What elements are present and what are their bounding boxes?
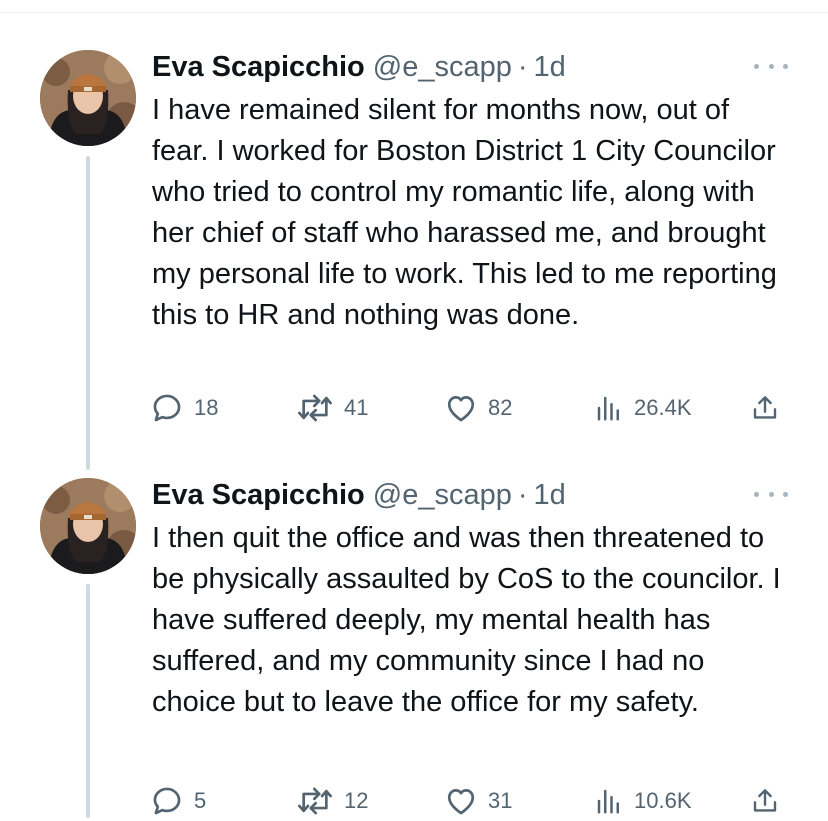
retweet-icon (298, 787, 332, 815)
separator-dot: · (517, 478, 528, 511)
retweet-icon (298, 394, 332, 422)
avatar-image (40, 478, 136, 574)
more-icon[interactable] (754, 484, 788, 504)
reply-count: 5 (194, 788, 207, 813)
thread-line (86, 584, 90, 818)
retweet-count: 12 (344, 788, 369, 813)
views-icon (597, 789, 619, 814)
views-button[interactable]: 10.6K (594, 781, 692, 821)
tweet-actions: 18 41 82 26.4K (150, 388, 790, 428)
heart-icon (447, 789, 475, 815)
views-count: 10.6K (634, 788, 692, 813)
reply-icon (153, 394, 181, 422)
tweet-header: Eva Scapicchio @e_scapp · 1d (152, 50, 566, 84)
timestamp[interactable]: 1d (534, 51, 566, 84)
views-icon (597, 396, 619, 421)
views-count: 26.4K (634, 395, 692, 420)
tweet[interactable]: Eva Scapicchio @e_scapp · 1d I then quit… (0, 468, 828, 818)
reply-button[interactable]: 5 (150, 781, 206, 821)
tweet[interactable]: Eva Scapicchio @e_scapp · 1d I have rema… (0, 40, 828, 470)
reply-count: 18 (194, 395, 219, 420)
author-name[interactable]: Eva Scapicchio (152, 51, 365, 84)
reply-button[interactable]: 18 (150, 388, 218, 428)
author-name[interactable]: Eva Scapicchio (152, 479, 365, 512)
avatar[interactable] (40, 478, 136, 574)
separator-dot: · (517, 50, 528, 83)
retweet-count: 41 (344, 395, 369, 420)
top-divider (0, 12, 828, 13)
more-icon[interactable] (754, 56, 788, 76)
share-button[interactable] (750, 388, 780, 428)
share-button[interactable] (750, 781, 780, 821)
author-handle[interactable]: @e_scapp (373, 479, 512, 512)
share-icon (753, 396, 777, 419)
like-count: 82 (488, 395, 513, 420)
tweet-text: I have remained silent for months now, o… (152, 94, 777, 331)
thread-line (86, 156, 90, 470)
retweet-button[interactable]: 12 (296, 781, 368, 821)
reply-icon (153, 787, 181, 815)
share-icon (753, 789, 777, 812)
like-count: 31 (488, 788, 513, 813)
tweet-actions: 5 12 31 10.6K (150, 781, 790, 821)
avatar[interactable] (40, 50, 136, 146)
tweet-text: I then quit the office and was then thre… (152, 522, 781, 718)
like-button[interactable]: 31 (444, 781, 512, 821)
views-button[interactable]: 26.4K (594, 388, 692, 428)
like-button[interactable]: 82 (444, 388, 512, 428)
avatar-image (40, 50, 136, 146)
heart-icon (447, 396, 475, 422)
timestamp[interactable]: 1d (534, 479, 566, 512)
retweet-button[interactable]: 41 (296, 388, 368, 428)
author-handle[interactable]: @e_scapp (373, 51, 512, 84)
tweet-header: Eva Scapicchio @e_scapp · 1d (152, 478, 566, 512)
